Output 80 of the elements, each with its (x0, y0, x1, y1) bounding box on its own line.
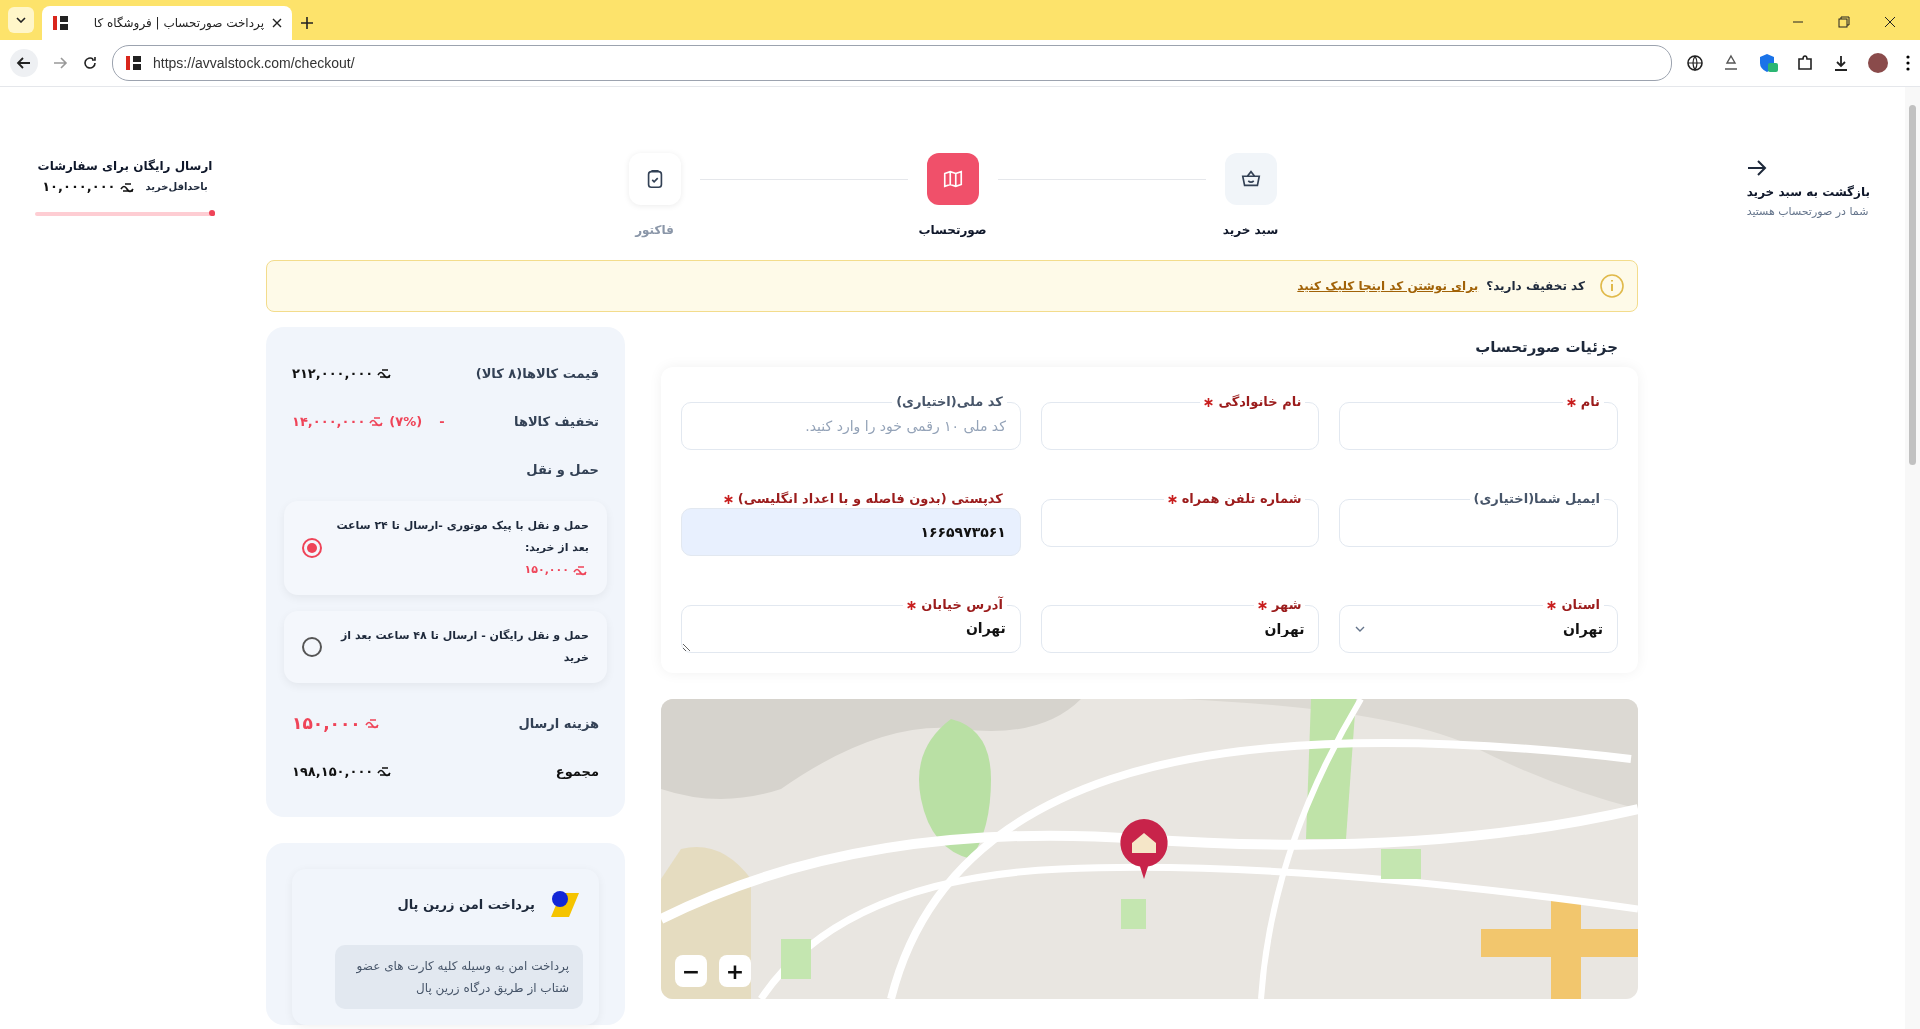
input-field[interactable]: ۱۶۶۵۹۷۳۵۶۱ (681, 508, 1021, 556)
minus-sign: - (439, 413, 445, 429)
globe-icon[interactable] (1686, 54, 1704, 72)
map-icon (941, 168, 964, 190)
currency-icon (119, 180, 136, 193)
field-label: کدپستی (بدون فاصله و با اعداد انگلیسی) (737, 490, 1003, 508)
zoom-out-button[interactable]: − (675, 955, 707, 987)
summary-label: هزینه ارسال (518, 715, 599, 731)
discount-percent: (۷%) (389, 413, 423, 429)
tab-list-button[interactable] (8, 7, 34, 33)
required-asterisk-icon (723, 494, 733, 504)
close-icon[interactable] (1884, 16, 1896, 28)
required-asterisk-icon (1566, 397, 1576, 407)
currency-icon (377, 765, 394, 777)
minimum-purchase-caption: باحداقل‌خرید (145, 181, 208, 192)
payment-title: پرداخت امن زرین پال (397, 896, 535, 912)
field-label: شماره تلفن همراه (1181, 490, 1302, 508)
summary-value: ۱۵۰,۰۰۰ (292, 713, 361, 733)
section-title: جزئیات صورتحساب (1475, 338, 1618, 356)
summary-label: مجموع (555, 763, 599, 779)
menu-icon[interactable] (1906, 55, 1910, 71)
required-asterisk-icon (1547, 600, 1557, 610)
field-label: ایمیل شما(اختیاری) (1473, 490, 1600, 508)
summary-label: قیمت کالاها(۸ کالا) (475, 365, 599, 381)
summary-label: تخفیف کالاها (514, 413, 599, 429)
status-caption: شما در صورتحساب هستید (1746, 205, 1869, 218)
address-bar[interactable]: https://avvalstock.com/checkout/ (112, 45, 1672, 81)
payment-logo-icon (549, 889, 579, 919)
minimum-amount: ۱۰,۰۰۰,۰۰۰ (42, 179, 116, 194)
required-asterisk-icon (1167, 494, 1177, 504)
currency-icon (369, 415, 386, 427)
payment-option[interactable]: پرداخت امن زرین پال پرداخت امن به وسیله کلیه کارت های عضو شتاب از طریق درگاه زرین پال (292, 869, 599, 1025)
radio-button[interactable] (302, 637, 322, 657)
step-label: سبد خرید (1222, 223, 1279, 237)
summary-value: ۲۱۲,۰۰۰,۰۰۰ (292, 365, 374, 381)
forward-arrow-icon[interactable] (52, 55, 68, 71)
site-logo-icon (125, 54, 143, 72)
radio-button[interactable] (302, 538, 322, 558)
avatar-icon[interactable] (1868, 53, 1888, 73)
payment-description: پرداخت امن به وسیله کلیه کارت های عضو شتاب از طریق درگاه زرین پال (335, 945, 583, 1009)
currency-icon (573, 564, 589, 576)
browser-tab[interactable]: پرداخت صورتحساب | فروشگاه کا (42, 6, 292, 40)
summary-value: ۱۹۸,۱۵۰,۰۰۰ (292, 763, 374, 779)
shield-icon[interactable] (1758, 53, 1778, 73)
shipping-option-label: حمل و نقل رایگان - ارسال تا ۴۸ ساعت بعد از خرید (339, 628, 589, 666)
shipping-option-label: حمل و نقل با پیک موتوری -ارسال تا ۲۴ ساعت بعد از خرید: (335, 518, 589, 556)
summary-value: ۱۴,۰۰۰,۰۰۰ (292, 413, 366, 429)
tab-title: پرداخت صورتحساب | فروشگاه کا (92, 16, 264, 30)
currency-icon (364, 717, 381, 729)
info-icon (1599, 273, 1625, 299)
scrollbar[interactable] (1905, 87, 1920, 1029)
coupon-link[interactable]: برای نوشتن کد اینجا کلیک کنید (1297, 279, 1479, 293)
url-text: https://avvalstock.com/checkout/ (153, 55, 355, 71)
reload-icon[interactable] (82, 55, 98, 71)
zoom-in-button[interactable]: + (719, 955, 751, 987)
shipping-option[interactable]: حمل و نقل رایگان - ارسال تا ۴۸ ساعت بعد از خرید (284, 611, 607, 683)
chevron-down-icon (1354, 625, 1367, 633)
required-asterisk-icon (1258, 600, 1267, 610)
field-label: نام خانوادگی (1218, 393, 1302, 411)
download-icon[interactable] (1832, 54, 1850, 72)
step-button[interactable] (1224, 153, 1277, 205)
shipping-option-price: ۱۵۰,۰۰۰ (524, 562, 569, 578)
coupon-question: کد تخفیف دارید؟ (1486, 279, 1585, 293)
chevron-down-icon (16, 17, 26, 23)
restore-icon[interactable] (1838, 16, 1850, 28)
shipping-option[interactable]: حمل و نقل با پیک موتوری -ارسال تا ۲۴ ساعت بعد از خرید: ۱۵۰,۰۰۰ (284, 501, 607, 595)
new-tab-icon[interactable] (300, 16, 314, 30)
arrow-right-icon[interactable] (1746, 159, 1767, 177)
free-shipping-title: ارسال رایگان برای سفارشات (37, 159, 213, 173)
close-icon[interactable] (272, 18, 282, 28)
puzzle-icon[interactable] (1796, 54, 1814, 72)
currency-icon (377, 367, 394, 379)
site-logo-icon (52, 14, 70, 32)
required-asterisk-icon (1204, 397, 1214, 407)
shipping-heading: حمل و نقل (526, 461, 599, 477)
required-asterisk-icon (907, 600, 917, 610)
step-label: فاکتور (635, 223, 674, 237)
field-label: نام (1580, 393, 1600, 411)
back-to-cart-link[interactable]: بازگشت به سبد خرید (1746, 185, 1870, 199)
step-label: صورتحساب (918, 223, 987, 237)
